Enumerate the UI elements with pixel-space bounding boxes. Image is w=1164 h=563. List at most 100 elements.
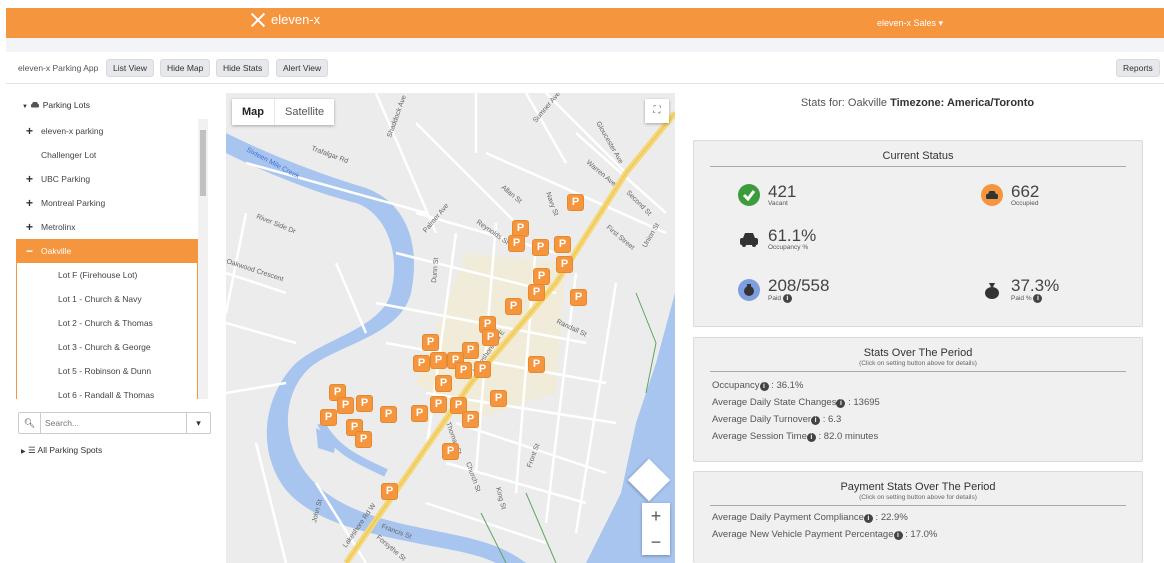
brand-logo[interactable]: eleven-x xyxy=(251,12,320,27)
map-tab[interactable]: Map xyxy=(232,99,274,125)
parking-pin-icon[interactable]: P xyxy=(456,363,471,378)
period-stat-list: Occupancy i : 36.1% Average Daily State C… xyxy=(694,377,1142,445)
all-parking-spots-link[interactable]: ▶ ☰ All Parking Spots xyxy=(21,445,102,456)
period-occupancy: Occupancy i : 36.1% xyxy=(694,377,1142,394)
check-circle-icon xyxy=(738,184,760,206)
paid-stat: 208/558 Paid i xyxy=(738,277,829,303)
zoom-control: + − xyxy=(642,503,670,555)
tree-item-montreal-parking[interactable]: + Montreal Parking xyxy=(16,191,198,215)
info-icon[interactable]: i xyxy=(811,416,821,425)
parking-pin-icon[interactable]: P xyxy=(571,290,586,305)
tree-item-lot-2[interactable]: Lot 2 - Church & Thomas xyxy=(16,311,198,335)
vacant-stat: 421 Vacant xyxy=(738,183,796,207)
info-icon[interactable]: i xyxy=(863,514,873,523)
divider xyxy=(710,505,1126,506)
parking-pin-icon[interactable]: P xyxy=(423,335,438,350)
hide-map-button[interactable]: Hide Map xyxy=(160,59,211,77)
card-title: Payment Stats Over The Period xyxy=(840,481,996,493)
tree-item-lot-6[interactable]: Lot 6 - Randall & Thomas xyxy=(16,383,198,399)
alert-view-button[interactable]: Alert View xyxy=(276,59,329,77)
user-menu-dropdown[interactable]: eleven-x Sales ▾ xyxy=(877,18,943,29)
search-icon[interactable]: 🔍︎ xyxy=(19,413,41,433)
tree-item-oakville[interactable]: − Oakville xyxy=(16,239,198,263)
money-bag-circle-icon xyxy=(738,279,760,301)
map-view[interactable]: Trafalgar Rd Sixteen Mile Creek Lakeshor… xyxy=(226,93,675,563)
tree-item-lot-3[interactable]: Lot 3 - Church & George xyxy=(16,335,198,359)
parking-pin-icon[interactable]: P xyxy=(412,406,427,421)
parking-pin-icon[interactable]: P xyxy=(533,240,548,255)
payment-stat-list: Average Daily Payment Compliance i : 22.9… xyxy=(694,509,1142,543)
filter-icon[interactable]: ▾ xyxy=(186,413,210,433)
parking-pin-icon[interactable]: P xyxy=(529,285,544,300)
tree-item-label: Lot 6 - Randall & Thomas xyxy=(58,390,155,399)
parking-pin-icon[interactable]: P xyxy=(555,237,570,252)
list-icon: ☰ xyxy=(28,445,36,455)
plus-icon: + xyxy=(26,196,34,210)
tree-item-eleven-x-parking[interactable]: + eleven-x parking xyxy=(16,119,198,143)
parking-pin-icon[interactable]: P xyxy=(338,398,353,413)
list-view-button[interactable]: List View xyxy=(106,59,154,77)
parking-pin-icon[interactable]: P xyxy=(321,410,336,425)
car-circle-icon xyxy=(981,184,1003,206)
parking-pin-icon[interactable]: P xyxy=(483,330,498,345)
info-icon[interactable]: i xyxy=(1033,294,1043,303)
parking-pin-icon[interactable]: P xyxy=(475,362,490,377)
info-icon[interactable]: i xyxy=(759,382,769,391)
parking-pin-icon[interactable]: P xyxy=(463,343,478,358)
parking-pin-icon[interactable]: P xyxy=(431,397,446,412)
stat-label: Average Daily State Changes xyxy=(712,397,837,408)
occupancy-label: Occupancy % xyxy=(768,244,809,251)
stat-label: Average Daily Turnover xyxy=(712,414,812,425)
tree-item-label: Lot 3 - Church & George xyxy=(58,342,151,352)
parking-pin-icon[interactable]: P xyxy=(451,398,466,413)
parking-pin-icon[interactable]: P xyxy=(436,376,451,391)
payment-compliance: Average Daily Payment Compliance i : 22.9… xyxy=(694,509,1142,526)
parking-pin-icon[interactable]: P xyxy=(357,396,372,411)
tree-scrollbar-thumb[interactable] xyxy=(200,130,206,196)
tree-item-lot-5[interactable]: Lot 5 - Robinson & Dunn xyxy=(16,359,198,383)
tree-item-metrolinx[interactable]: + Metrolinx xyxy=(16,215,198,239)
tree-item-ubc-parking[interactable]: + UBC Parking xyxy=(16,167,198,191)
info-icon[interactable]: i xyxy=(806,433,816,442)
parking-pin-icon[interactable]: P xyxy=(513,221,528,236)
tree-item-challenger-lot[interactable]: Challenger Lot xyxy=(16,143,198,167)
info-icon[interactable]: i xyxy=(836,399,846,408)
parking-pin-icon[interactable]: P xyxy=(506,299,521,314)
parking-pin-icon[interactable]: P xyxy=(557,257,572,272)
hide-stats-button[interactable]: Hide Stats xyxy=(216,59,270,77)
parking-pin-icon[interactable]: P xyxy=(491,391,506,406)
parking-pin-icon[interactable]: P xyxy=(382,484,397,499)
parking-pin-icon[interactable]: P xyxy=(431,353,446,368)
parking-pin-icon[interactable]: P xyxy=(356,432,371,447)
parking-pin-icon[interactable]: P xyxy=(568,195,583,210)
app-label: eleven-x Parking App xyxy=(18,63,99,73)
stat-value: : 36.1% xyxy=(771,380,804,391)
tree-item-label: Lot 1 - Church & Navy xyxy=(58,294,142,304)
parking-pin-icon[interactable]: P xyxy=(509,236,524,251)
zoom-in-button[interactable]: + xyxy=(642,503,670,529)
money-bag-icon xyxy=(981,279,1003,301)
plus-icon: + xyxy=(26,220,34,234)
parking-pin-icon[interactable]: P xyxy=(529,357,544,372)
parking-lots-header[interactable]: ▼ Parking Lots xyxy=(22,100,90,110)
tree-item-lot-f[interactable]: Lot F (Firehouse Lot) xyxy=(16,263,198,287)
search-input[interactable] xyxy=(45,416,180,430)
parking-pin-icon[interactable]: P xyxy=(414,356,429,371)
tree-item-lot-1[interactable]: Lot 1 - Church & Navy xyxy=(16,287,198,311)
info-icon[interactable]: i xyxy=(782,294,792,303)
paid-label: Paid i xyxy=(768,294,829,303)
map-canvas[interactable]: Trafalgar Rd Sixteen Mile Creek Lakeshor… xyxy=(226,93,675,563)
period-session-time: Average Session Time i : 82.0 minutes xyxy=(694,428,1142,445)
info-icon[interactable]: i xyxy=(893,531,903,540)
parking-pin-icon[interactable]: P xyxy=(381,407,396,422)
fullscreen-icon[interactable]: ⛶ xyxy=(645,99,669,123)
reports-button[interactable]: Reports xyxy=(1116,59,1160,77)
paid-value: 208/558 xyxy=(768,276,830,295)
satellite-tab[interactable]: Satellite xyxy=(274,99,334,125)
parking-pin-icon[interactable]: P xyxy=(463,412,478,427)
tree-item-label: Challenger Lot xyxy=(41,150,97,160)
tree-item-label: Oakville xyxy=(41,246,72,256)
zoom-out-button[interactable]: − xyxy=(642,529,670,555)
parking-pin-icon[interactable]: P xyxy=(443,444,458,459)
parking-pin-icon[interactable]: P xyxy=(534,269,549,284)
